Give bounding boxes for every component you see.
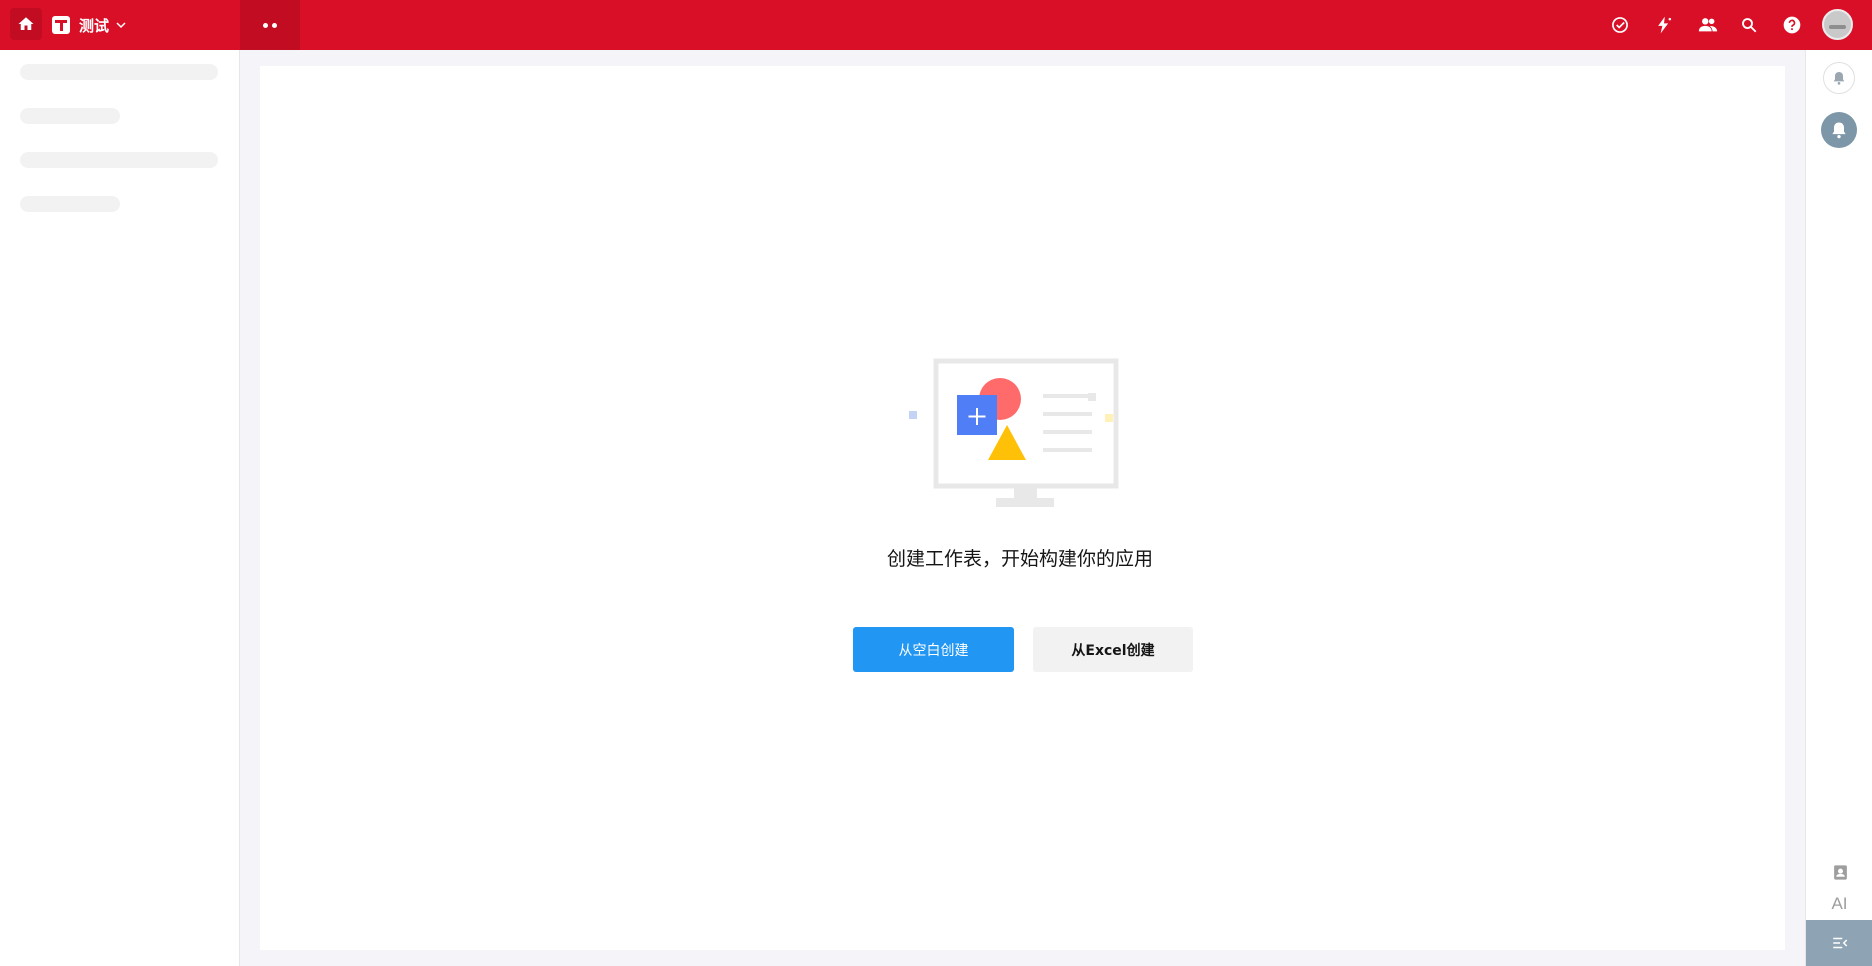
skeleton-line <box>20 196 120 212</box>
app-name: 测试 <box>79 16 110 35</box>
bell-outline-icon <box>1833 72 1845 85</box>
sidebar <box>0 50 240 966</box>
home-icon <box>18 17 34 30</box>
contact-card-icon <box>1833 864 1847 880</box>
more-tab[interactable] <box>240 0 300 50</box>
message-button[interactable] <box>1821 112 1857 148</box>
empty-state-title: 创建工作表，开始构建你的应用 <box>886 548 1153 570</box>
skeleton-line <box>20 64 218 80</box>
help-icon <box>1783 16 1801 34</box>
ai-button[interactable]: AI <box>1806 894 1872 914</box>
create-from-excel-button[interactable]: 从Excel创建 <box>1033 627 1193 672</box>
contact-card-button[interactable] <box>1828 860 1852 884</box>
workflow-button[interactable] <box>1651 12 1677 38</box>
more-dots-icon <box>263 22 268 28</box>
empty-state-illustration <box>909 358 1119 507</box>
main-panel: 创建工作表，开始构建你的应用 从空白创建 从Excel创建 <box>260 66 1785 950</box>
task-check-icon <box>1612 17 1628 33</box>
help-button[interactable] <box>1779 12 1805 38</box>
task-button[interactable] <box>1607 12 1633 38</box>
home-button[interactable] <box>10 8 42 40</box>
user-avatar[interactable] <box>1822 9 1853 40</box>
search-icon <box>1742 18 1757 33</box>
chevron-down-icon <box>116 22 126 29</box>
create-blank-button[interactable]: 从空白创建 <box>853 627 1014 672</box>
bell-filled-icon <box>1832 122 1846 139</box>
contacts-icon <box>1698 18 1718 32</box>
workflow-icon <box>1658 16 1672 34</box>
notification-button[interactable] <box>1823 62 1855 94</box>
contacts-button[interactable] <box>1695 12 1721 38</box>
app-switcher[interactable]: 测试 <box>52 11 127 39</box>
collapse-icon <box>1832 937 1847 949</box>
app-icon <box>52 16 70 34</box>
right-rail: AI <box>1805 50 1872 966</box>
skeleton-line <box>20 108 120 124</box>
search-button[interactable] <box>1736 12 1762 38</box>
top-navbar: 测试 <box>0 0 1872 50</box>
skeleton-line <box>20 152 218 168</box>
collapse-rail-button[interactable] <box>1806 920 1872 966</box>
